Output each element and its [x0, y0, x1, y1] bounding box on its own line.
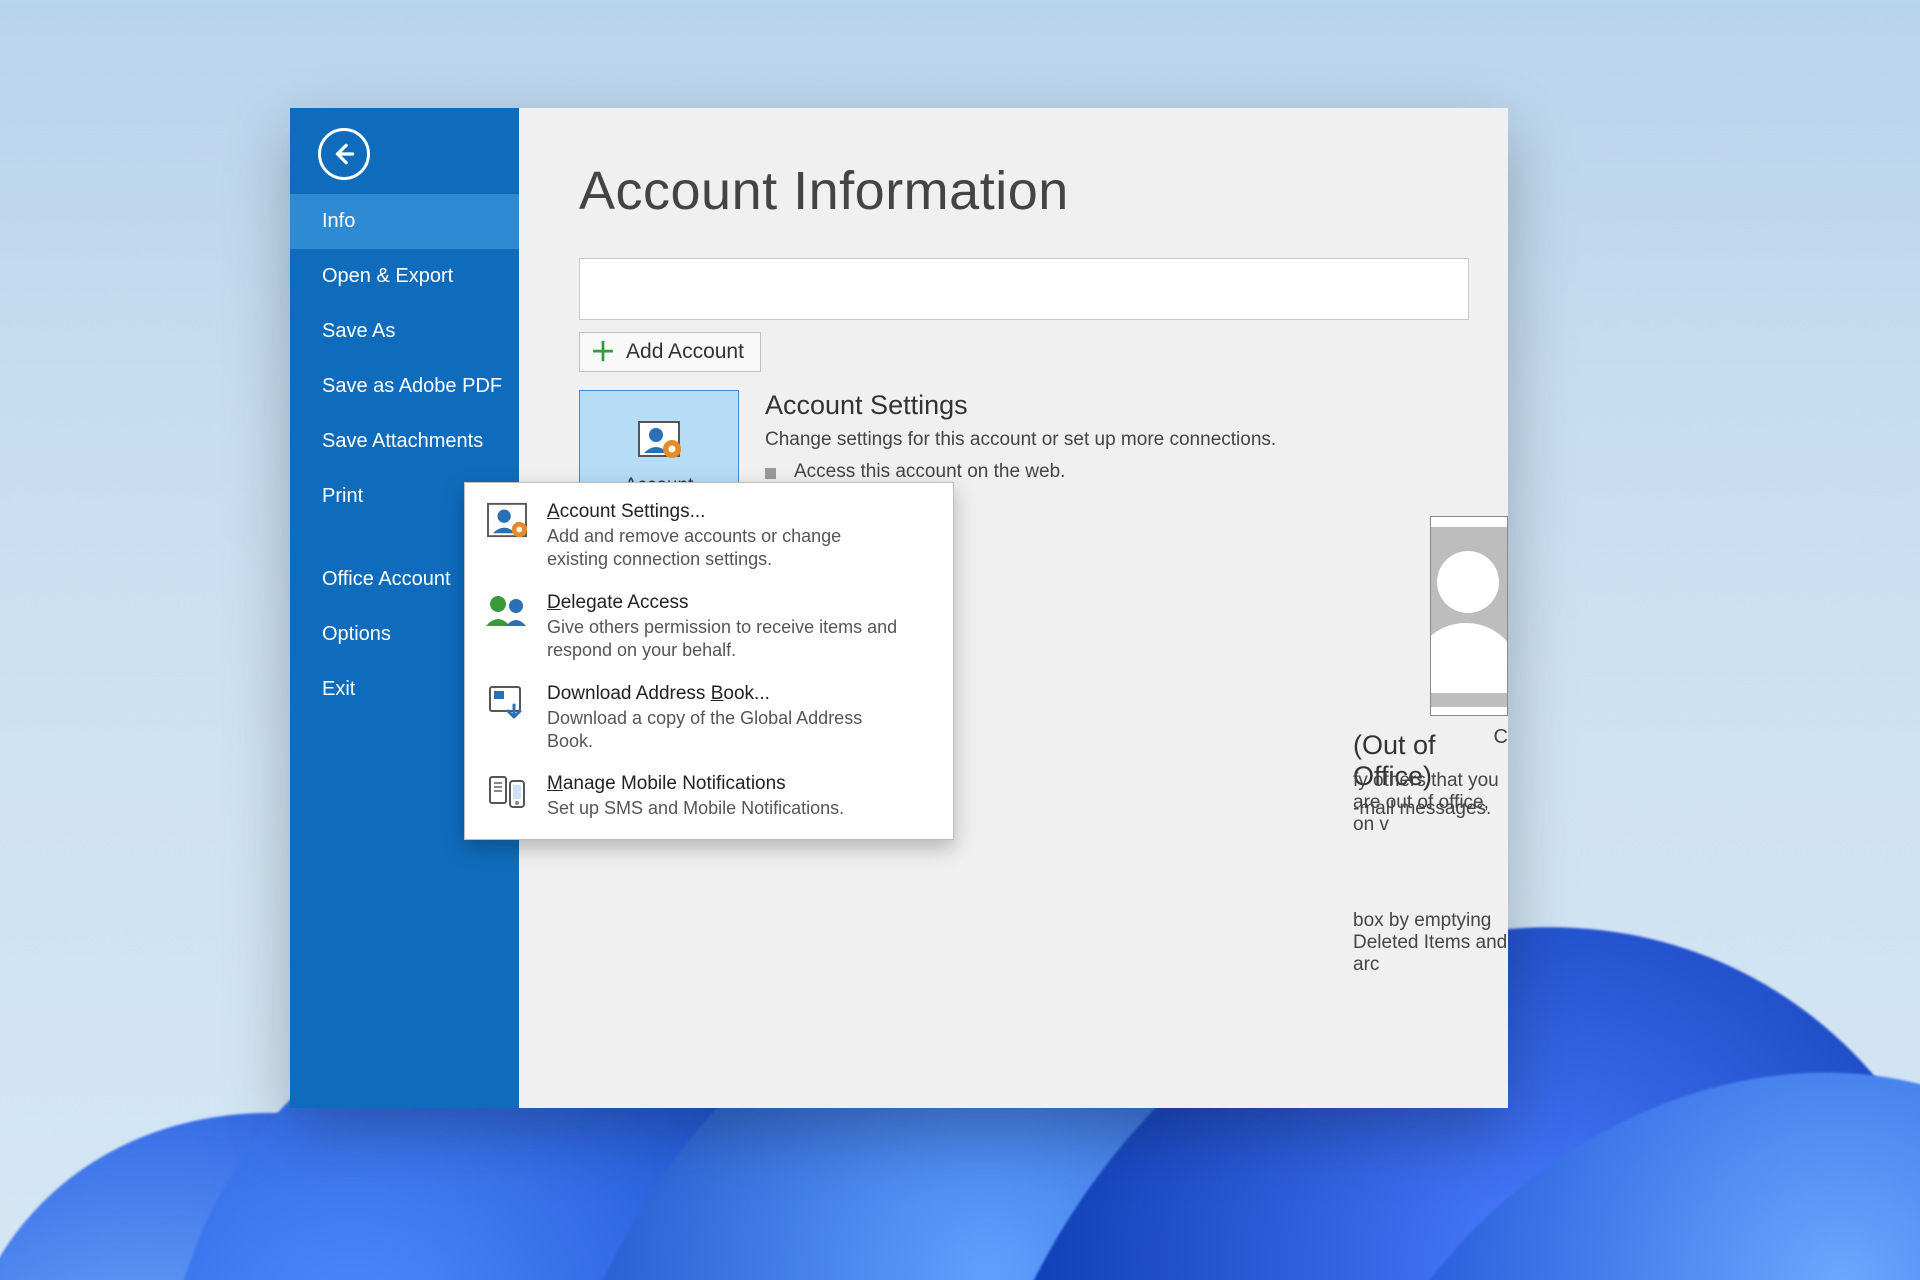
dropdown-item-title: Manage Mobile Notifications [547, 773, 844, 795]
arrow-left-icon [331, 141, 357, 167]
add-account-label: Add Account [626, 340, 744, 364]
delegate-access-icon [483, 592, 531, 663]
account-selector[interactable] [579, 258, 1469, 320]
sidebar-item-label: Save as Adobe PDF [322, 375, 502, 397]
account-settings-icon [483, 501, 531, 572]
dropdown-item-desc: Set up SMS and Mobile Notifications. [547, 797, 844, 820]
sidebar-item-label: Save Attachments [322, 430, 483, 452]
dropdown-item-delegate-access[interactable]: Delegate Access Give others permission t… [465, 582, 953, 673]
section-heading: Account Settings [765, 390, 1276, 421]
sidebar-item-label: Print [322, 485, 363, 507]
back-button[interactable] [318, 128, 370, 180]
person-placeholder-icon [1430, 527, 1508, 707]
bullet-icon [765, 468, 776, 479]
dropdown-item-title: Account Settings... [547, 501, 907, 523]
mailbox-cleanup-line: box by emptying Deleted Items and arc [1353, 910, 1508, 976]
sidebar-item-save-attachments[interactable]: Save Attachments [290, 414, 519, 469]
dropdown-item-title: Delegate Access [547, 592, 907, 614]
sidebar-item-label: Exit [322, 678, 355, 700]
account-settings-icon [636, 419, 682, 465]
mobile-notifications-icon [483, 773, 531, 820]
sidebar-item-save-as[interactable]: Save As [290, 304, 519, 359]
dropdown-item-desc: Download a copy of the Global Address Bo… [547, 707, 907, 754]
dropdown-item-account-settings[interactable]: Account Settings... Add and remove accou… [465, 491, 953, 582]
plus-icon: ＋ [590, 339, 616, 365]
dropdown-item-desc: Add and remove accounts or change existi… [547, 525, 907, 572]
dropdown-item-download-address-book[interactable]: Download Address Book... Download a copy… [465, 673, 953, 764]
account-settings-dropdown: Account Settings... Add and remove accou… [464, 482, 954, 840]
sidebar-item-label: Options [322, 623, 391, 645]
sidebar-item-label: Save As [322, 320, 395, 342]
out-of-office-line2: -mail messages. [1353, 798, 1491, 820]
profile-photo[interactable] [1430, 516, 1508, 716]
sidebar-item-open-export[interactable]: Open & Export [290, 249, 519, 304]
bullet-text: Access this account on the web. [794, 461, 1065, 483]
dropdown-item-title: Download Address Book... [547, 683, 907, 705]
sidebar-item-info[interactable]: Info [290, 194, 519, 249]
dropdown-item-manage-mobile-notifications[interactable]: Manage Mobile Notifications Set up SMS a… [465, 763, 953, 830]
add-account-button[interactable]: ＋ Add Account [579, 332, 761, 372]
sidebar-item-label: Open & Export [322, 265, 453, 287]
page-title: Account Information [579, 160, 1508, 222]
dropdown-item-desc: Give others permission to receive items … [547, 616, 907, 663]
sidebar-item-label: Info [322, 210, 355, 232]
section-desc: Change settings for this account or set … [765, 427, 1276, 453]
sidebar-item-save-adobe-pdf[interactable]: Save as Adobe PDF [290, 359, 519, 414]
sidebar-item-label: Office Account [322, 568, 451, 590]
address-book-icon [483, 683, 531, 754]
